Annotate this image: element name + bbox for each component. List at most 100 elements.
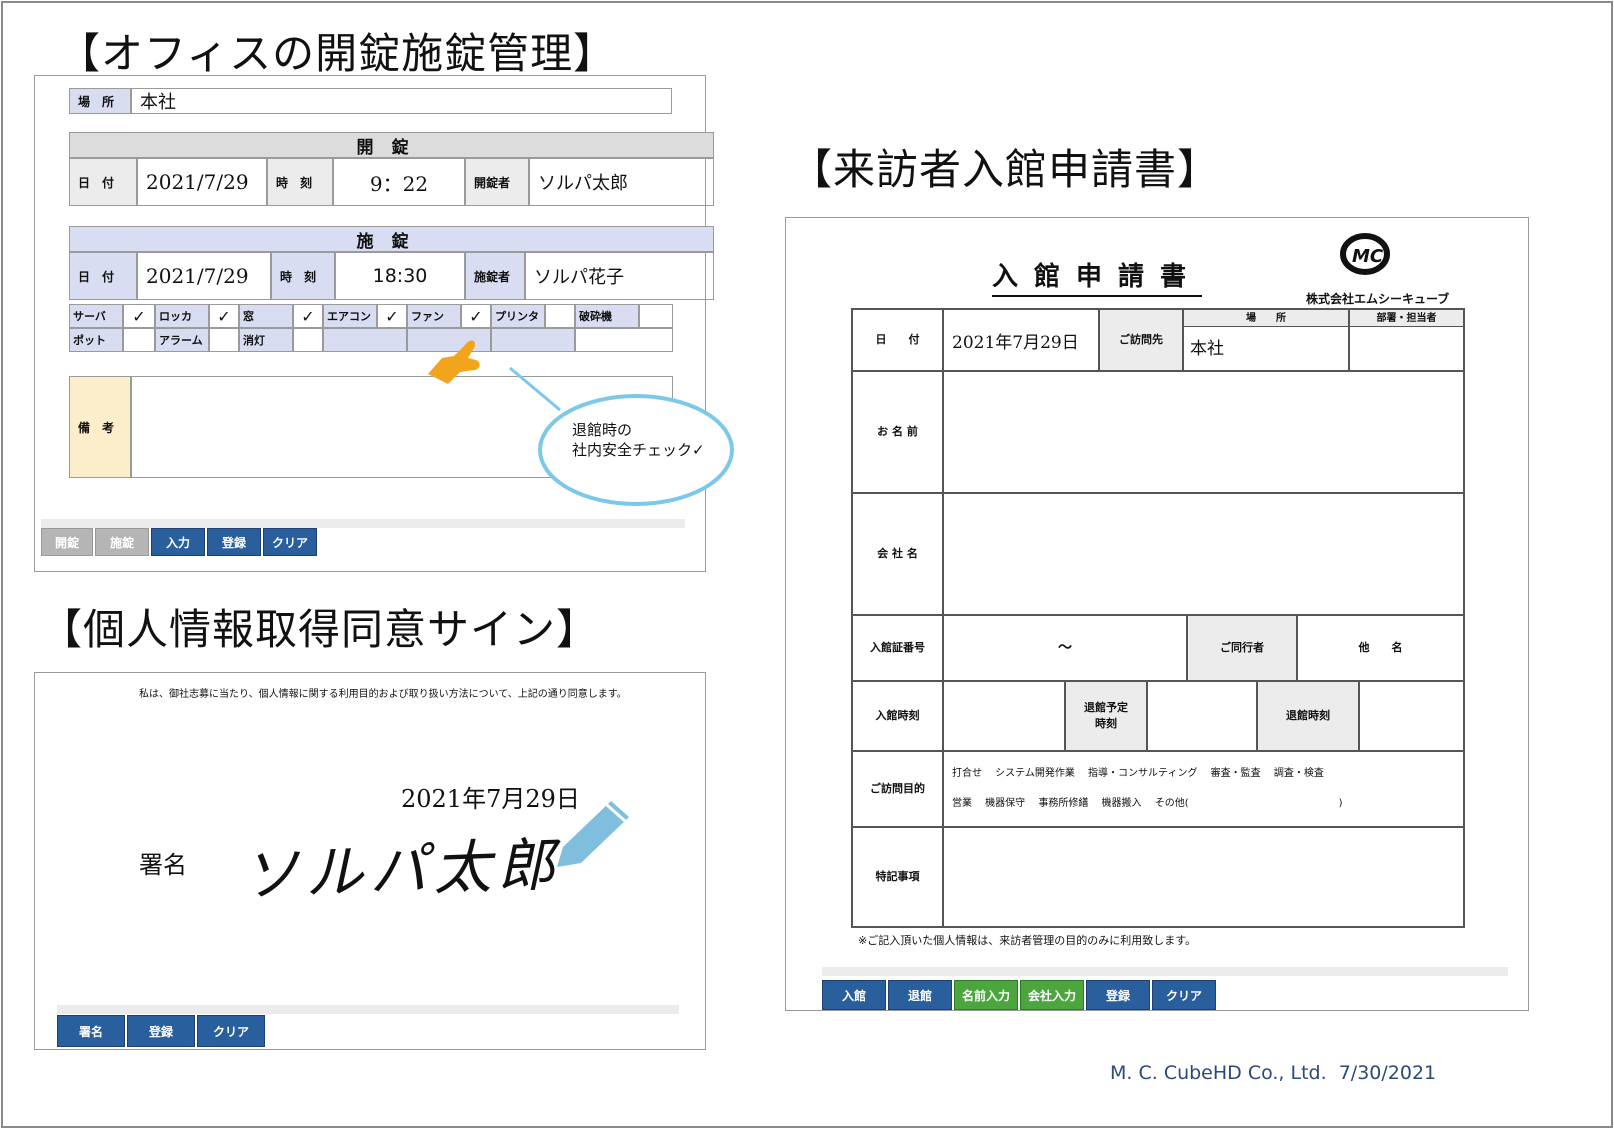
planned-exit-field[interactable] — [1148, 682, 1256, 750]
pencil-icon — [557, 801, 629, 867]
register-button[interactable]: 登録 — [127, 1015, 195, 1047]
notes-field[interactable] — [944, 828, 1463, 926]
unlocker-label: 開錠者 — [465, 158, 529, 206]
lock-time-label: 時 刻 — [271, 252, 335, 300]
svg-text:MC: MC — [1352, 246, 1384, 267]
heading-visitor: 【来訪者入館申請書】 — [790, 145, 1221, 194]
place-field[interactable]: 本社 — [131, 88, 672, 114]
consent-button-row: 署名 登録 クリア — [57, 1015, 265, 1047]
check-pot[interactable] — [123, 328, 155, 352]
heading-office: 【オフィスの開錠施錠管理】 — [58, 29, 617, 78]
purpose-label: ご訪問目的 — [870, 781, 925, 795]
visitor-panel: 入館申請書 MC 株式会社エムシーキューブ 日 付 2021年7月29日 ご訪問… — [785, 217, 1529, 1011]
notes-label: 特記事項 — [875, 869, 920, 883]
place-header: 場 所 — [1184, 310, 1348, 326]
check-label-alarm: アラーム — [155, 328, 209, 352]
name-field[interactable] — [944, 372, 1463, 492]
clear-button[interactable]: クリア — [263, 528, 317, 556]
badge-field[interactable]: ～ — [944, 616, 1186, 680]
check-label-fan: ファン — [407, 304, 461, 328]
unlocker-field[interactable]: ソルパ太郎 — [529, 158, 714, 206]
check-shredder[interactable] — [639, 304, 673, 328]
date-label: 日 付 — [875, 332, 920, 346]
callout-text: 退館時の 社内安全チェック✓ — [572, 421, 705, 460]
unlock-time-label: 時 刻 — [267, 158, 333, 206]
sign-label: 署名 — [139, 851, 187, 879]
enter-button[interactable]: 入館 — [822, 980, 886, 1010]
consent-notice: 私は、御社志募に当たり、個人情報に関する利用目的および取り扱い方法について、上記… — [139, 689, 627, 700]
check-aircon[interactable]: ✓ — [377, 304, 407, 328]
lock-button-row: 開錠 施錠 入力 登録 クリア — [41, 528, 317, 556]
register-button[interactable]: 登録 — [1086, 980, 1150, 1010]
locker-label: 施錠者 — [465, 252, 525, 300]
lock-date-field[interactable]: 2021/7/29 — [137, 252, 271, 300]
unlock-time-field[interactable]: 9：22 — [333, 158, 465, 206]
consent-panel: 私は、御社志募に当たり、個人情報に関する利用目的および取り扱い方法について、上記… — [34, 672, 706, 1050]
unlock-header: 開錠 — [69, 132, 714, 158]
locker-field[interactable]: ソルパ花子 — [525, 252, 714, 300]
check-label-pot: ポット — [69, 328, 123, 352]
company-label: 会 社 名 — [877, 546, 918, 560]
purpose-line-1[interactable]: 打合せ システム開発作業 指導・コンサルティング 審査・監査 調査・検査 — [952, 764, 1324, 779]
place-label: 場 所 — [69, 88, 131, 114]
form-title: 入館申請書 — [992, 256, 1203, 297]
date-field[interactable]: 2021年7月29日 — [952, 328, 1079, 353]
empty-cell — [491, 328, 575, 352]
dept-header: 部署・担当者 — [1350, 310, 1463, 326]
divider — [1182, 326, 1465, 327]
company-name: 株式会社エムシーキューブ — [1306, 292, 1450, 306]
horizontal-scrollbar[interactable] — [822, 967, 1508, 976]
exit-time-field[interactable] — [1360, 682, 1463, 750]
companion-label: ご同行者 — [1188, 616, 1296, 680]
lock-time-field[interactable]: 18:30 — [335, 252, 465, 300]
lock-button[interactable]: 施錠 — [95, 528, 149, 556]
name-input-button[interactable]: 名前入力 — [954, 980, 1018, 1010]
badge-label: 入館証番号 — [870, 640, 925, 654]
visitor-button-row: 入館 退館 名前入力 会社入力 登録 クリア — [822, 980, 1216, 1010]
check-label-aircon: エアコン — [323, 304, 377, 328]
visit-label: ご訪問先 — [1100, 310, 1182, 370]
clear-button[interactable]: クリア — [1152, 980, 1216, 1010]
sign-button[interactable]: 署名 — [57, 1015, 125, 1047]
purpose-line-2[interactable]: 営業 機器保守 事務所修繕 機器搬入 その他( ) — [952, 794, 1343, 809]
check-label-printer: プリンタ — [491, 304, 545, 328]
empty-cell — [323, 328, 407, 352]
check-server[interactable]: ✓ — [123, 304, 155, 328]
unlock-date-label: 日 付 — [69, 158, 137, 206]
company-input-button[interactable]: 会社入力 — [1020, 980, 1084, 1010]
horizontal-scrollbar[interactable] — [41, 519, 685, 528]
consent-date: 2021年7月29日 — [401, 785, 580, 813]
empty-cell — [575, 328, 673, 352]
check-label-shredder: 破砕機 — [575, 304, 639, 328]
remarks-label: 備 考 — [69, 376, 131, 478]
clear-button[interactable]: クリア — [197, 1015, 265, 1047]
company-field[interactable] — [944, 494, 1463, 614]
unlock-date-field[interactable]: 2021/7/29 — [137, 158, 267, 206]
lock-date-label: 日 付 — [69, 252, 137, 300]
name-label: お 名 前 — [877, 424, 918, 438]
check-window[interactable]: ✓ — [293, 304, 323, 328]
heading-consent: 【個人情報取得同意サイン】 — [40, 605, 600, 654]
check-printer[interactable] — [545, 304, 575, 328]
check-alarm[interactable] — [209, 328, 239, 352]
input-button[interactable]: 入力 — [151, 528, 205, 556]
planned-exit-label: 退館予定 時刻 — [1066, 682, 1146, 750]
horizontal-scrollbar[interactable] — [57, 1005, 679, 1014]
register-button[interactable]: 登録 — [207, 528, 261, 556]
privacy-footnote: ※ご記入頂いた個人情報は、来訪者管理の目的のみに利用致します。 — [858, 934, 1197, 947]
pointing-hand-icon — [428, 340, 480, 384]
check-lights[interactable] — [293, 328, 323, 352]
check-label-locker: ロッカ — [155, 304, 209, 328]
unlock-button[interactable]: 開錠 — [41, 528, 93, 556]
check-fan[interactable]: ✓ — [461, 304, 491, 328]
divider — [1348, 308, 1350, 370]
entry-time-field[interactable] — [944, 682, 1064, 750]
visit-place-field[interactable]: 本社 — [1190, 334, 1224, 359]
company-logo-icon: MC — [1340, 233, 1390, 275]
exit-button[interactable]: 退館 — [888, 980, 952, 1010]
check-locker[interactable]: ✓ — [209, 304, 239, 328]
footer-credit: M. C. CubeHD Co., Ltd. 7/30/2021 — [1110, 1062, 1437, 1084]
signature-area[interactable]: ソルパ太郎 — [240, 817, 563, 912]
check-label-lights: 消灯 — [239, 328, 293, 352]
companion-count-field[interactable]: 他 名 — [1298, 616, 1463, 680]
